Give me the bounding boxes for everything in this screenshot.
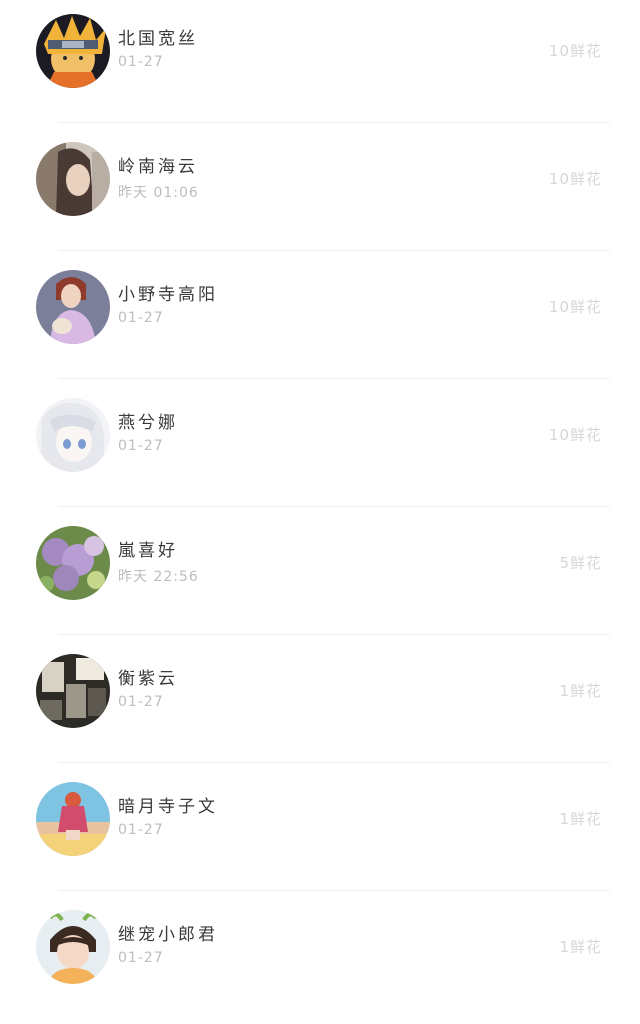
divider bbox=[58, 122, 610, 123]
flower-count: 10鲜花 bbox=[548, 42, 602, 60]
list-item[interactable]: 小野寺高阳 01-27 10鲜花 bbox=[0, 256, 640, 384]
divider bbox=[58, 250, 610, 251]
list-item[interactable]: 继宠小郎君 01-27 1鲜花 bbox=[0, 896, 640, 1024]
woman-hair-avatar[interactable] bbox=[36, 142, 110, 216]
list-item[interactable]: 衡紫云 01-27 1鲜花 bbox=[0, 640, 640, 768]
gift-list: 北国宽丝 01-27 10鲜花 岭南海云 昨天 01:06 10鲜花 小野寺高阳… bbox=[0, 0, 640, 1008]
timestamp: 01-27 bbox=[118, 822, 164, 838]
divider bbox=[58, 634, 610, 635]
anime-girl-avatar[interactable] bbox=[36, 398, 110, 472]
flower-count: 1鲜花 bbox=[559, 810, 602, 828]
user-name: 嵐喜好 bbox=[118, 541, 178, 561]
divider bbox=[58, 890, 610, 891]
list-item[interactable]: 燕兮娜 01-27 10鲜花 bbox=[0, 384, 640, 512]
timestamp: 01-27 bbox=[118, 310, 164, 326]
user-name: 暗月寺子文 bbox=[118, 797, 218, 817]
girl-on-bed-avatar[interactable] bbox=[36, 782, 110, 856]
timestamp: 01-27 bbox=[118, 438, 164, 454]
list-item[interactable]: 暗月寺子文 01-27 1鲜花 bbox=[0, 768, 640, 896]
child-avatar[interactable] bbox=[36, 910, 110, 984]
flower-count: 1鲜花 bbox=[559, 682, 602, 700]
user-name: 燕兮娜 bbox=[118, 413, 178, 433]
naruto-avatar[interactable] bbox=[36, 14, 110, 88]
flower-count: 10鲜花 bbox=[548, 426, 602, 444]
user-name: 继宠小郎君 bbox=[118, 925, 218, 945]
timestamp: 01-27 bbox=[118, 54, 164, 70]
flower-count: 5鲜花 bbox=[559, 554, 602, 572]
divider bbox=[58, 506, 610, 507]
list-item[interactable]: 嵐喜好 昨天 22:56 5鲜花 bbox=[0, 512, 640, 640]
flower-count: 10鲜花 bbox=[548, 170, 602, 188]
user-name: 北国宽丝 bbox=[118, 29, 198, 49]
timestamp: 昨天 22:56 bbox=[118, 569, 199, 585]
girl-purple-dress-avatar[interactable] bbox=[36, 270, 110, 344]
user-name: 衡紫云 bbox=[118, 669, 178, 689]
timestamp: 昨天 01:06 bbox=[118, 185, 199, 201]
user-name: 岭南海云 bbox=[118, 157, 198, 177]
flower-count: 1鲜花 bbox=[559, 938, 602, 956]
timestamp: 01-27 bbox=[118, 694, 164, 710]
user-name: 小野寺高阳 bbox=[118, 285, 218, 305]
dark-room-avatar[interactable] bbox=[36, 654, 110, 728]
divider bbox=[58, 762, 610, 763]
timestamp: 01-27 bbox=[118, 950, 164, 966]
flower-count: 10鲜花 bbox=[548, 298, 602, 316]
divider bbox=[58, 378, 610, 379]
list-item[interactable]: 北国宽丝 01-27 10鲜花 bbox=[0, 0, 640, 128]
flowers-avatar[interactable] bbox=[36, 526, 110, 600]
list-item[interactable]: 岭南海云 昨天 01:06 10鲜花 bbox=[0, 128, 640, 256]
